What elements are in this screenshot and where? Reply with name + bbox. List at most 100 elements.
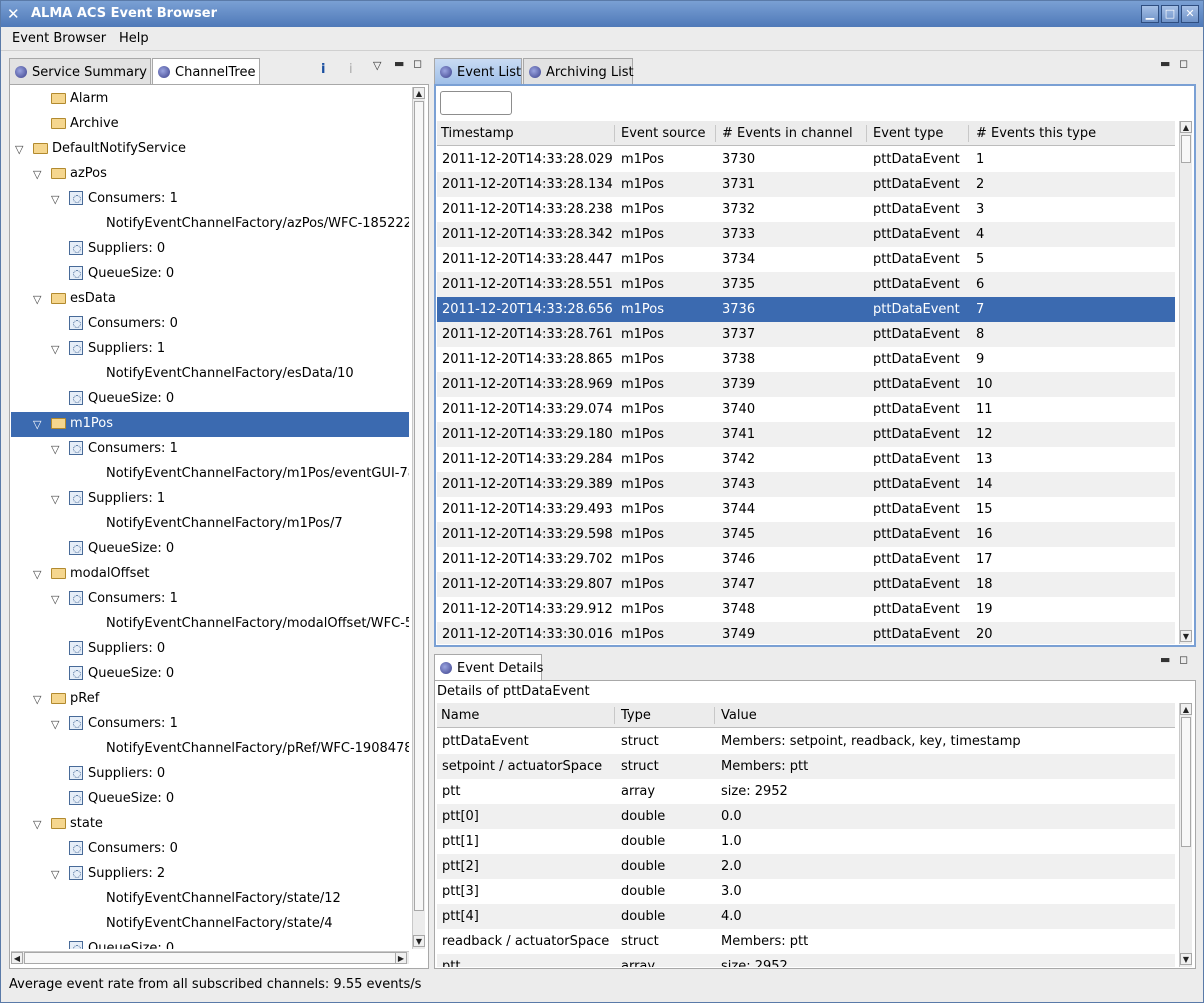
tree-vertical-scrollbar[interactable]: ▲ ▼ [412,87,425,949]
expand-toggle-icon[interactable]: ▽ [33,168,41,181]
tree-node[interactable]: ▽ Suppliers: 1 [11,337,409,362]
col-value[interactable]: Value [721,708,757,723]
scroll-up-arrow[interactable]: ▲ [1180,703,1192,715]
table-row[interactable]: ptt[2] double 2.0 [437,854,1175,879]
table-row[interactable]: 2011-12-20T14:33:28.656 m1Pos 3736 pttDataE… [437,297,1175,322]
tree-node[interactable]: ▽ state [11,812,409,837]
table-row[interactable]: 2011-12-20T14:33:29.493 m1Pos 3744 pttDataE… [437,497,1175,522]
column-divider[interactable] [614,125,615,142]
expand-toggle-icon[interactable]: ▽ [51,193,59,206]
table-row[interactable]: 2011-12-20T14:33:29.180 m1Pos 3741 pttDataE… [437,422,1175,447]
view-menu-icon[interactable]: ▽ [373,59,381,72]
table-row[interactable]: setpoint / actuatorSpace struct Members: p… [437,754,1175,779]
table-row[interactable]: 2011-12-20T14:33:28.865 m1Pos 3738 pttDataE… [437,347,1175,372]
tree-node[interactable]: NotifyEventChannelFactory/pRef/WFC-19084… [11,737,409,762]
tree-node[interactable]: ▽ Consumers: 1 [11,587,409,612]
expand-toggle-icon[interactable]: ▽ [51,868,59,881]
table-row[interactable]: 2011-12-20T14:33:29.598 m1Pos 3745 pttDataE… [437,522,1175,547]
tree-node[interactable]: ▽ esData [11,287,409,312]
col-timestamp[interactable]: Timestamp [441,126,514,141]
tree-node[interactable]: ▽ Suppliers: 1 [11,487,409,512]
table-row[interactable]: 2011-12-20T14:33:28.551 m1Pos 3735 pttDataE… [437,272,1175,297]
tab-event-details[interactable]: Event Details [434,654,543,680]
minimize-view-icon[interactable]: ▬ [394,57,404,70]
tree-node[interactable]: Alarm [11,87,409,112]
expand-toggle-icon[interactable]: ▽ [15,143,23,156]
scroll-right-arrow[interactable]: ▶ [395,952,407,964]
tree-node[interactable]: Suppliers: 0 [11,637,409,662]
event-filter-input[interactable] [440,91,512,115]
scroll-thumb[interactable] [414,101,424,911]
h-scroll-thumb[interactable] [24,952,396,964]
tree-node[interactable]: ▽ Consumers: 1 [11,437,409,462]
table-row[interactable]: 2011-12-20T14:33:28.761 m1Pos 3737 pttDataE… [437,322,1175,347]
expand-toggle-icon[interactable]: ▽ [51,443,59,456]
tree-horizontal-scrollbar[interactable]: ◀ ▶ [11,951,409,964]
expand-toggle-icon[interactable]: ▽ [33,418,41,431]
tree-node[interactable]: NotifyEventChannelFactory/state/12 [11,887,409,912]
expand-toggle-icon[interactable]: ▽ [51,493,59,506]
tree-node[interactable]: Consumers: 0 [11,837,409,862]
details-table[interactable]: Name Type Value pttDataEvent struct Member… [437,703,1175,967]
tree-node[interactable]: ▽ pRef [11,687,409,712]
close-button[interactable]: ✕ [1181,5,1199,23]
scroll-down-arrow[interactable]: ▼ [1180,953,1192,965]
col-events-this-type[interactable]: # Events this type [976,126,1096,141]
tree-node[interactable]: Suppliers: 0 [11,237,409,262]
table-row[interactable]: ptt array size: 2952 [437,779,1175,804]
expand-toggle-icon[interactable]: ▽ [33,293,41,306]
table-row[interactable]: 2011-12-20T14:33:29.074 m1Pos 3740 pttDataE… [437,397,1175,422]
tree-node[interactable]: Consumers: 0 [11,312,409,337]
tab-service-summary[interactable]: Service Summary [9,58,151,84]
tree-node[interactable]: QueueSize: 0 [11,262,409,287]
table-row[interactable]: 2011-12-20T14:33:30.016 m1Pos 3749 pttDataE… [437,622,1175,644]
scroll-thumb[interactable] [1181,135,1191,163]
maximize-view-icon[interactable]: ◻ [1179,653,1188,666]
table-row[interactable]: 2011-12-20T14:33:29.284 m1Pos 3742 pttDataE… [437,447,1175,472]
column-divider[interactable] [714,707,715,724]
tree-node[interactable]: ▽ DefaultNotifyService [11,137,409,162]
table-row[interactable]: 2011-12-20T14:33:28.969 m1Pos 3739 pttDataE… [437,372,1175,397]
maximize-view-icon[interactable]: ◻ [1179,57,1188,70]
table-row[interactable]: ptt[0] double 0.0 [437,804,1175,829]
col-events-in-channel[interactable]: # Events in channel [722,126,853,141]
scroll-thumb[interactable] [1181,717,1191,847]
tree-node[interactable]: QueueSize: 0 [11,937,409,949]
tree-node[interactable]: NotifyEventChannelFactory/state/4 [11,912,409,937]
expand-toggle-icon[interactable]: ▽ [51,718,59,731]
tree-node[interactable]: QueueSize: 0 [11,537,409,562]
table-row[interactable]: 2011-12-20T14:33:29.389 m1Pos 3743 pttDataE… [437,472,1175,497]
table-row[interactable]: 2011-12-20T14:33:28.447 m1Pos 3734 pttDataE… [437,247,1175,272]
tab-channel-tree[interactable]: ChannelTree [152,58,260,84]
tree-node[interactable]: QueueSize: 0 [11,387,409,412]
event-list-vertical-scrollbar[interactable]: ▲ ▼ [1179,121,1192,644]
tree-node[interactable]: NotifyEventChannelFactory/m1Pos/7 [11,512,409,537]
table-row[interactable]: 2011-12-20T14:33:28.029 m1Pos 3730 pttDataE… [437,147,1175,172]
table-row[interactable]: 2011-12-20T14:33:29.702 m1Pos 3746 pttDataE… [437,547,1175,572]
scroll-up-arrow[interactable]: ▲ [1180,121,1192,133]
column-divider[interactable] [866,125,867,142]
expand-toggle-icon[interactable]: ▽ [33,818,41,831]
table-row[interactable]: ptt array size: 2952 [437,954,1175,967]
tree-node[interactable]: ▽ Consumers: 1 [11,187,409,212]
column-divider[interactable] [968,125,969,142]
scroll-down-arrow[interactable]: ▼ [413,935,425,947]
table-row[interactable]: ptt[4] double 4.0 [437,904,1175,929]
tree-node[interactable]: QueueSize: 0 [11,662,409,687]
details-vertical-scrollbar[interactable]: ▲ ▼ [1179,703,1192,967]
tree-node[interactable]: NotifyEventChannelFactory/m1Pos/eventGUI… [11,462,409,487]
minimize-view-icon[interactable]: ▬ [1160,653,1170,666]
tree-node[interactable]: NotifyEventChannelFactory/esData/10 [11,362,409,387]
info-icon[interactable]: i [321,62,325,77]
expand-toggle-icon[interactable]: ▽ [33,568,41,581]
tree-node[interactable]: ▽ azPos [11,162,409,187]
tree-node[interactable]: NotifyEventChannelFactory/modalOffset/WF… [11,612,409,637]
menu-event-browser[interactable]: Event Browser [12,31,106,46]
expand-toggle-icon[interactable]: ▽ [51,343,59,356]
tree-node[interactable]: ▽ Suppliers: 2 [11,862,409,887]
scroll-down-arrow[interactable]: ▼ [1180,630,1192,642]
table-row[interactable]: 2011-12-20T14:33:29.807 m1Pos 3747 pttDataE… [437,572,1175,597]
tree-node[interactable]: ▽ m1Pos [11,412,409,437]
expand-toggle-icon[interactable]: ▽ [33,693,41,706]
tab-archiving-list[interactable]: Archiving List [523,58,634,84]
